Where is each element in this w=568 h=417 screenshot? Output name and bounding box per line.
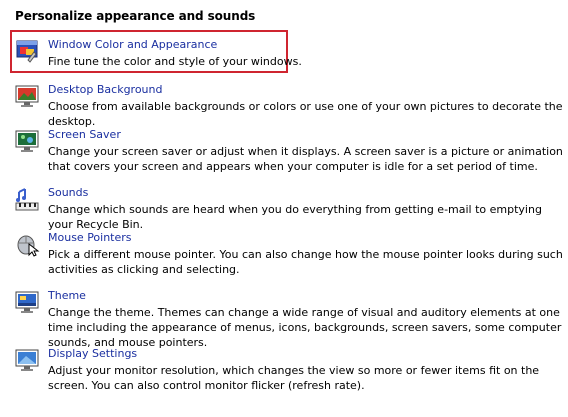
item-title[interactable]: Sounds	[48, 186, 88, 199]
theme-icon	[14, 289, 40, 315]
item-description: Change which sounds are heard when you d…	[48, 203, 542, 231]
item-description: Adjust your monitor resolution, which ch…	[48, 364, 540, 392]
screen-saver-icon	[14, 128, 40, 154]
item-title[interactable]: Theme	[48, 289, 86, 302]
item-title[interactable]: Desktop Background	[48, 83, 163, 96]
sounds-icon	[14, 186, 40, 212]
item-title[interactable]: Mouse Pointers	[48, 231, 132, 244]
window-color-icon	[14, 38, 40, 64]
item-title[interactable]: Window Color and Appearance	[48, 38, 217, 51]
item-description: Pick a different mouse pointer. You can …	[48, 248, 563, 276]
item-title[interactable]: Screen Saver	[48, 128, 121, 141]
display-settings-icon	[14, 347, 40, 373]
item-description: Choose from available backgrounds or col…	[48, 100, 563, 128]
item-description: Change your screen saver or adjust when …	[48, 145, 563, 173]
page-heading: Personalize appearance and sounds	[15, 9, 256, 23]
desktop-background-icon	[14, 83, 40, 109]
item-description: Fine tune the color and style of your wi…	[48, 55, 302, 68]
item-title[interactable]: Display Settings	[48, 347, 137, 360]
item-description: Change the theme. Themes can change a wi…	[48, 306, 562, 349]
mouse-pointers-icon	[14, 231, 40, 257]
